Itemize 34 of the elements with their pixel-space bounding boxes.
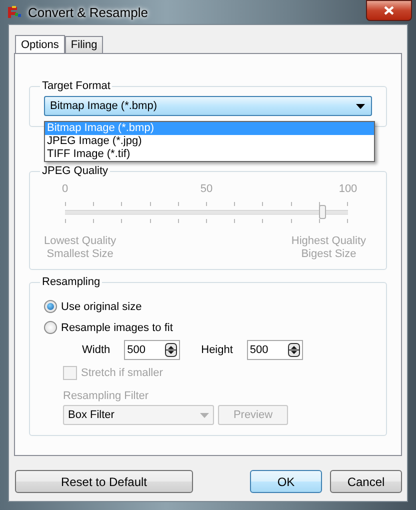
number-field[interactable]: 500 [246,340,303,360]
high-quality-label: Highest Quality Bigest Size [291,235,366,261]
group-title: Resampling [41,276,102,288]
low-quality-label: Lowest Quality Smallest Size [44,235,116,261]
close-icon [384,6,394,15]
dropdown-option[interactable]: JPEG Image (*.jpg) [45,135,374,148]
radio-button[interactable] [44,321,57,334]
width-label: Width [82,344,110,356]
filter-label: Resampling Filter [63,390,150,402]
number-field[interactable]: 500 [124,340,180,360]
height-label: Height [201,344,233,356]
radio-label: Use original size [61,300,142,312]
group-title: JPEG Quality [41,165,110,177]
tab[interactable]: Filing [64,36,104,53]
format-dropdown[interactable]: Bitmap Image (*.bmp) [44,96,372,116]
dialog-button[interactable]: Reset to Default [15,470,193,493]
window-title: Convert & Resample [28,4,149,20]
radio-button[interactable] [44,300,57,313]
scale-label: 50 [200,183,213,195]
dropdown-option[interactable]: TIFF Image (*.tif) [45,148,374,161]
app-icon [6,4,22,20]
close-button[interactable] [366,0,412,21]
scale-label: 0 [62,183,68,195]
radio-label: Resample images to fit [61,322,173,334]
tab[interactable]: Options [15,35,65,54]
spinner-icon[interactable] [165,343,178,357]
scale-label: 100 [338,183,358,195]
checkbox-label: Stretch if smaller [81,367,163,379]
group-title: Target Format [41,80,112,92]
dialog-button[interactable]: OK [250,470,322,493]
dialog-button[interactable]: Cancel [330,470,402,493]
spinner-icon[interactable] [288,343,300,357]
dropdown-arrow-icon [356,104,365,108]
dropdown-arrow-icon [200,412,209,418]
